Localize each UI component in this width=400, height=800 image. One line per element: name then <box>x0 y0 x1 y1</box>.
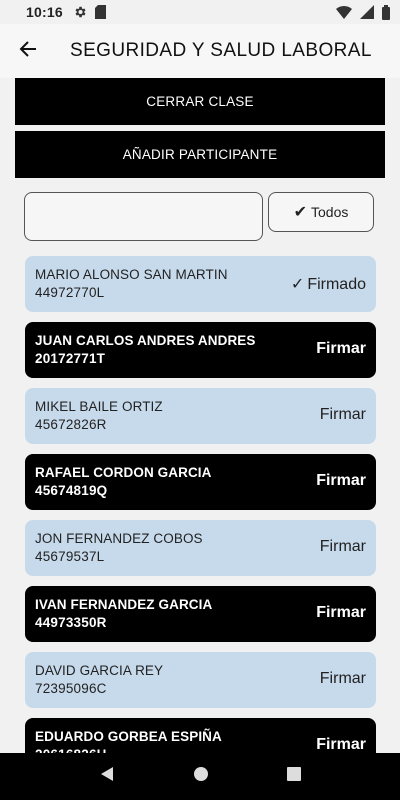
back-button[interactable] <box>0 24 56 78</box>
settings-icon <box>73 5 87 19</box>
participant-id: 72395096C <box>35 681 107 696</box>
participant-list: MARIO ALONSO SAN MARTIN 44972770L ✓ Firma… <box>25 256 376 753</box>
status-time: 10:16 <box>26 4 63 20</box>
check-icon: ✓ <box>290 276 305 293</box>
sign-button[interactable]: Firmar <box>316 604 366 622</box>
participant-id: 45672826R <box>35 417 107 432</box>
sd-card-icon <box>94 5 106 19</box>
participant-card[interactable]: JON FERNANDEZ COBOS 45679537L Firmar <box>25 520 376 576</box>
system-nav-bar <box>0 753 400 800</box>
participant-name: MIKEL BAILE ORTIZ <box>35 399 163 414</box>
participant-card[interactable]: EDUARDO GORBEA ESPIÑA 20616826H Firmar <box>25 718 376 753</box>
nav-recents-icon[interactable] <box>287 767 301 786</box>
todos-label: Todos <box>311 204 349 220</box>
sign-button[interactable]: Firmar <box>316 340 366 358</box>
participant-id: 45679537L <box>35 549 105 564</box>
participant-card[interactable]: MARIO ALONSO SAN MARTIN 44972770L ✓ Firma… <box>25 256 376 312</box>
sign-button[interactable]: Firmar <box>320 538 366 556</box>
participant-card[interactable]: DAVID GARCIA REY 72395096C Firmar <box>25 652 376 708</box>
main-content: CERRAR CLASE AÑADIR PARTICIPANTE ✔ Todos… <box>0 78 400 753</box>
nav-home-icon[interactable] <box>193 766 209 787</box>
check-icon: ✔ <box>293 204 308 221</box>
add-participant-button[interactable]: AÑADIR PARTICIPANTE <box>15 131 385 178</box>
participant-name: DAVID GARCIA REY <box>35 663 164 678</box>
page-title: SEGURIDAD Y SALUD LABORAL <box>70 40 372 61</box>
app-bar: SEGURIDAD Y SALUD LABORAL <box>0 24 400 78</box>
sign-button[interactable]: Firmar <box>316 472 366 490</box>
sign-button[interactable]: Firmar <box>320 406 366 424</box>
todos-filter-button[interactable]: ✔ Todos <box>268 192 374 232</box>
search-input[interactable] <box>24 192 263 241</box>
close-class-button[interactable]: CERRAR CLASE <box>15 78 385 125</box>
signed-status: ✓ Firmado <box>290 276 366 293</box>
participant-card[interactable]: RAFAEL CORDON GARCIA 45674819Q Firmar <box>25 454 376 510</box>
status-bar: 10:16 <box>0 0 400 24</box>
participant-card[interactable]: IVAN FERNANDEZ GARCIA 44973350R Firmar <box>25 586 376 642</box>
participant-card[interactable]: MIKEL BAILE ORTIZ 45672826R Firmar <box>25 388 376 444</box>
participant-name: JON FERNANDEZ COBOS <box>35 531 203 546</box>
sign-button[interactable]: Firmar <box>320 670 366 688</box>
signal-icon <box>360 5 374 19</box>
battery-icon <box>382 4 390 20</box>
sign-button[interactable]: Firmar <box>316 736 366 753</box>
arrow-back-icon <box>19 40 37 63</box>
participant-card[interactable]: JUAN CARLOS ANDRES ANDRES 20172771T Firm… <box>25 322 376 378</box>
wifi-icon <box>336 5 352 19</box>
nav-back-icon[interactable] <box>99 766 115 787</box>
